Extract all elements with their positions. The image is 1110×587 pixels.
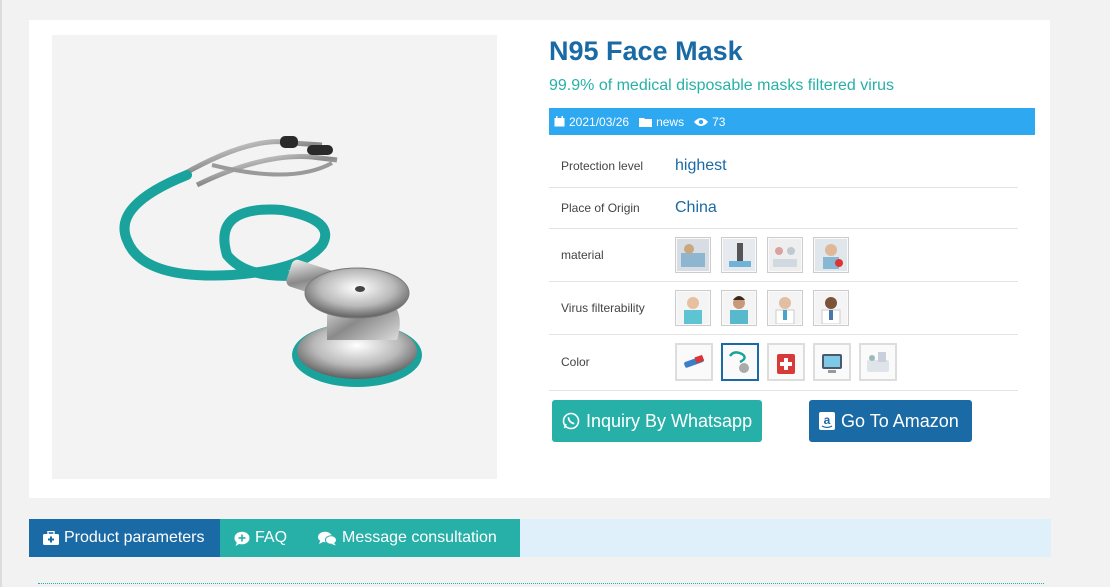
calendar-icon	[554, 116, 565, 127]
folder-icon	[639, 117, 653, 127]
svg-text:a: a	[824, 413, 831, 427]
param-row-material: material	[549, 228, 1018, 282]
whatsapp-button-label: Inquiry By Whatsapp	[586, 410, 753, 431]
whatsapp-icon	[562, 412, 580, 430]
param-label: Protection level	[549, 146, 662, 188]
meta-bar: 2021/03/26 news 73	[549, 108, 1035, 135]
param-row-protection: Protection level highest	[549, 146, 1018, 188]
chat-plus-icon	[234, 531, 250, 546]
filterability-options	[675, 289, 1018, 326]
amazon-button-label: Go To Amazon	[841, 410, 959, 431]
page-left-edge	[0, 0, 2, 587]
param-row-origin: Place of Origin China	[549, 187, 1018, 229]
detail-tabs: Product parameters FAQ Message consultat…	[29, 519, 1051, 557]
material-option-thumb[interactable]	[767, 236, 803, 273]
tab-label: Message consultation	[342, 529, 497, 546]
color-option-thumb[interactable]	[767, 343, 805, 381]
material-option-thumb[interactable]	[675, 236, 711, 273]
amazon-button[interactable]: a Go To Amazon	[809, 400, 972, 442]
color-option-thumb[interactable]	[859, 343, 897, 381]
param-label: Virus filterability	[549, 281, 662, 335]
param-row-virus-filterability: Virus filterability	[549, 281, 1018, 335]
filterability-option-thumb[interactable]	[721, 289, 757, 326]
color-option-thumb[interactable]	[721, 343, 759, 381]
stethoscope-illustration	[119, 136, 422, 387]
material-option-thumb[interactable]	[721, 236, 757, 273]
param-row-color: Color	[549, 334, 1018, 391]
filterability-option-thumb[interactable]	[767, 289, 803, 326]
color-option-thumb[interactable]	[675, 343, 713, 381]
tab-product-parameters[interactable]: Product parameters	[29, 519, 220, 557]
tab-label: FAQ	[255, 529, 288, 546]
product-title: N95 Face Mask	[549, 36, 743, 66]
whatsapp-inquiry-button[interactable]: Inquiry By Whatsapp	[552, 400, 762, 442]
filterability-option-thumb[interactable]	[813, 289, 849, 326]
param-value: highest	[662, 146, 1018, 188]
param-label: Place of Origin	[549, 187, 662, 229]
tab-label: Product parameters	[64, 529, 205, 546]
view-count: 73	[712, 114, 726, 129]
comments-icon	[318, 531, 337, 546]
color-option-thumb[interactable]	[813, 343, 851, 381]
post-category[interactable]: news	[656, 115, 684, 129]
tab-message-consultation[interactable]: Message consultation	[304, 519, 520, 557]
material-option-thumb[interactable]	[813, 236, 849, 273]
section-divider	[38, 583, 1044, 584]
product-subtitle: 99.9% of medical disposable masks filter…	[549, 77, 895, 94]
filterability-option-thumb[interactable]	[675, 289, 711, 326]
medkit-icon	[43, 531, 59, 545]
material-options	[675, 236, 1018, 273]
param-value: China	[662, 187, 1018, 229]
product-params-table: Protection level highest Place of Origin…	[549, 146, 1018, 391]
amazon-icon: a	[819, 412, 835, 430]
color-options	[675, 343, 1018, 381]
param-label: Color	[549, 334, 662, 391]
tab-faq[interactable]: FAQ	[220, 519, 304, 557]
post-date: 2021/03/26	[569, 114, 630, 129]
param-label: material	[549, 228, 662, 282]
product-image	[52, 35, 497, 479]
eye-icon	[694, 117, 709, 127]
